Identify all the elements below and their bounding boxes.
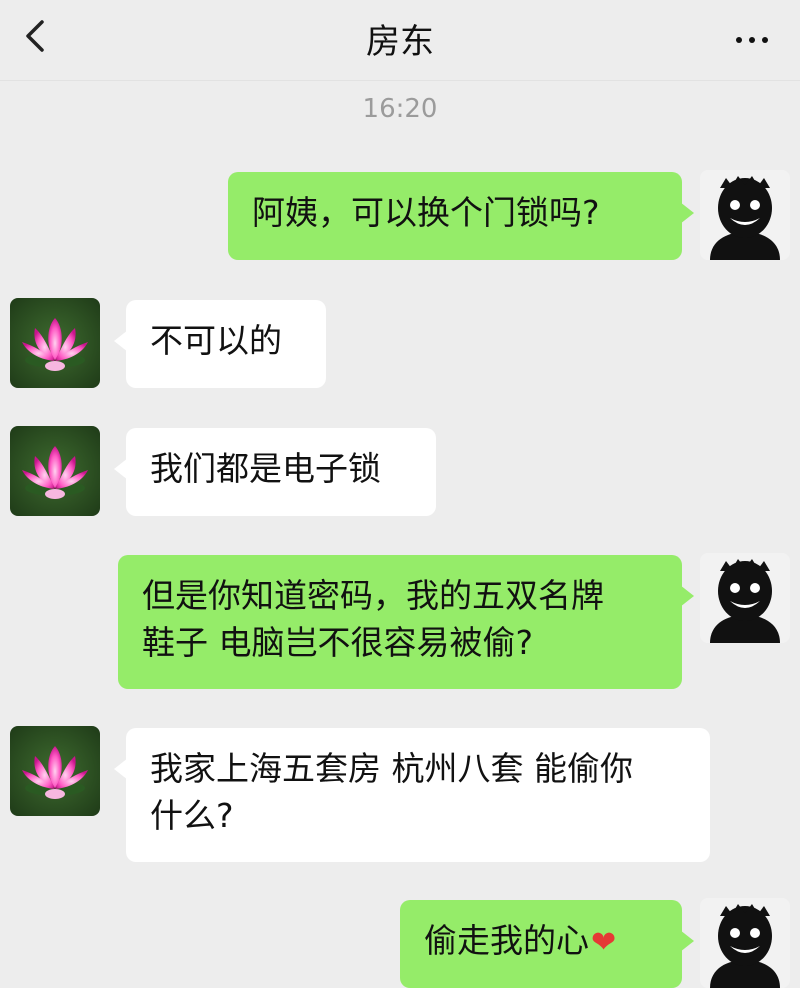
- chat-title: 房东: [366, 22, 434, 62]
- pink-lotus-avatar-icon: [10, 298, 100, 388]
- my-avatar[interactable]: [700, 170, 790, 260]
- message-timestamp: 16:20: [362, 94, 438, 124]
- dark-shadow-face-avatar-icon: [700, 170, 790, 260]
- my-message-bubble[interactable]: 但是你知道密码，我的五双名牌 鞋子 电脑岂不很容易被偷?: [118, 555, 694, 689]
- message-text-line: 但是你知道密码，我的五双名牌: [142, 576, 604, 615]
- message-row: 偷走我的心❤: [0, 898, 800, 988]
- landlord-avatar[interactable]: [10, 426, 100, 516]
- message-text: 我们都是电子锁: [150, 449, 381, 488]
- message-text: 不可以的: [150, 321, 282, 360]
- pink-lotus-avatar-icon: [10, 426, 100, 516]
- landlord-message-bubble[interactable]: 不可以的: [114, 300, 326, 388]
- message-row: 不可以的: [0, 298, 800, 393]
- my-avatar[interactable]: [700, 898, 790, 988]
- more-dots-icon: [736, 37, 742, 43]
- message-text-line: 鞋子 电脑岂不很容易被偷?: [142, 622, 534, 662]
- landlord-message-bubble[interactable]: 我家上海五套房 杭州八套 能偷你 什么?: [114, 728, 710, 862]
- pink-lotus-avatar-icon: [10, 726, 100, 816]
- message-text-line: 我家上海五套房 杭州八套 能偷你: [150, 749, 633, 788]
- my-message-bubble[interactable]: 偷走我的心❤: [400, 900, 694, 988]
- landlord-avatar[interactable]: [10, 726, 100, 816]
- message-text: 偷走我的心: [424, 921, 589, 960]
- more-options-button[interactable]: [736, 28, 782, 44]
- message-text: 阿姨，可以换个门锁吗?: [252, 193, 600, 232]
- message-row: 我家上海五套房 杭州八套 能偷你 什么?: [0, 726, 800, 866]
- dark-shadow-face-avatar-icon: [700, 898, 790, 988]
- landlord-avatar[interactable]: [10, 298, 100, 388]
- message-row: 但是你知道密码，我的五双名牌 鞋子 电脑岂不很容易被偷?: [0, 553, 800, 693]
- message-row: 阿姨，可以换个门锁吗?: [0, 170, 800, 265]
- message-row: 我们都是电子锁: [0, 426, 800, 521]
- my-message-bubble[interactable]: 阿姨，可以换个门锁吗?: [228, 172, 694, 260]
- my-avatar[interactable]: [700, 553, 790, 643]
- dark-shadow-face-avatar-icon: [700, 553, 790, 643]
- chat-header: 房东: [0, 0, 800, 81]
- landlord-message-bubble[interactable]: 我们都是电子锁: [114, 428, 436, 516]
- heart-emoji-icon: ❤: [591, 925, 617, 960]
- message-text-line: 什么?: [150, 795, 234, 835]
